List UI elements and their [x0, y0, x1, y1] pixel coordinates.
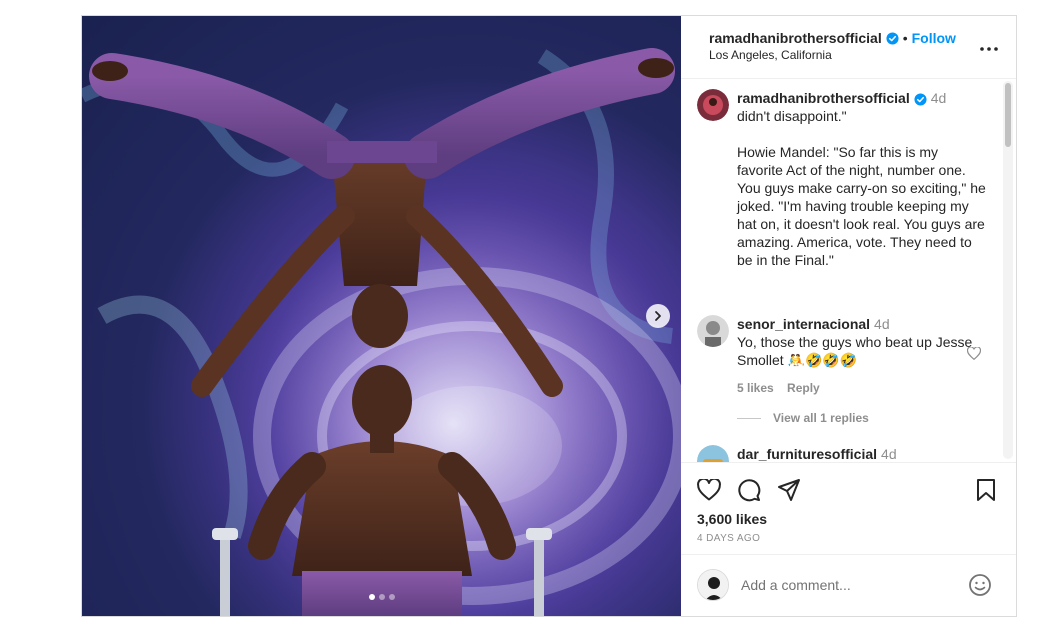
caption-time: 4d	[930, 90, 947, 106]
likes-count[interactable]: 3,600 likes	[697, 511, 767, 527]
author-avatar[interactable]	[697, 89, 729, 121]
carousel-indicator	[82, 594, 681, 600]
add-comment-bar	[681, 554, 1016, 616]
comments-section[interactable]: ramadhanibrothersofficial 4d didn't disap…	[681, 79, 1016, 462]
caption-item: ramadhanibrothersofficial 4d didn't disap…	[697, 89, 987, 269]
emoji-button[interactable]	[968, 573, 992, 602]
comment-item: dar_furnituresofficial 4d	[697, 445, 987, 462]
like-button[interactable]	[697, 477, 721, 506]
comment-likes-count[interactable]: 5 likes	[737, 381, 774, 395]
commenter-avatar[interactable]	[697, 315, 729, 347]
comment-time: 4d	[881, 446, 897, 462]
carousel-dot	[388, 594, 395, 600]
more-options-button[interactable]	[980, 38, 998, 56]
chevron-right-icon	[655, 311, 661, 321]
heart-icon	[697, 477, 721, 501]
post-photo	[82, 16, 681, 616]
view-replies-label: View all 1 replies	[773, 411, 869, 425]
caption-text: didn't disappoint." Howie Mandel: "So fa…	[737, 108, 986, 268]
more-horizontal-icon	[980, 47, 998, 51]
comment-icon	[738, 479, 761, 502]
comment-time: 4d	[874, 316, 890, 332]
replies-divider	[737, 417, 761, 419]
commenter-avatar[interactable]	[697, 445, 729, 462]
send-icon	[778, 479, 800, 501]
post-actions: 3,600 likes 4 DAYS AGO	[681, 462, 1016, 554]
comment-item: senor_internacional 4d Yo, those the guys…	[697, 315, 987, 397]
carousel-dot	[368, 594, 375, 600]
comment-username[interactable]: dar_furnituresofficial	[737, 446, 877, 462]
share-button[interactable]	[777, 478, 801, 507]
emoji-icon	[969, 574, 991, 596]
header-separator: •	[902, 30, 908, 46]
current-user-avatar	[697, 569, 729, 601]
author-username[interactable]: ramadhanibrothersofficial	[709, 30, 882, 46]
comment-button[interactable]	[737, 478, 761, 507]
caption-username[interactable]: ramadhanibrothersofficial	[737, 90, 910, 106]
instagram-post: ramadhanibrothersofficial • Follow Los A…	[81, 15, 1017, 617]
comment-text: Yo, those the guys who beat up Jesse Smo…	[737, 334, 973, 368]
comments-scrollbar[interactable]	[1003, 81, 1013, 459]
post-media[interactable]	[82, 16, 681, 616]
view-replies-button[interactable]: View all 1 replies	[737, 411, 869, 425]
follow-button[interactable]: Follow	[912, 30, 956, 46]
comment-like-button[interactable]	[966, 346, 982, 365]
post-date: 4 DAYS AGO	[697, 533, 761, 544]
comment-username[interactable]: senor_internacional	[737, 316, 870, 332]
verified-badge-icon	[914, 93, 927, 106]
next-photo-button[interactable]	[646, 304, 670, 328]
verified-badge-icon	[886, 31, 899, 45]
comment-input[interactable]	[741, 574, 941, 596]
carousel-dot	[378, 594, 385, 600]
post-side-panel: ramadhanibrothersofficial • Follow Los A…	[681, 16, 1016, 616]
scrollbar-thumb[interactable]	[1005, 83, 1011, 147]
save-button[interactable]	[976, 478, 996, 507]
post-header: ramadhanibrothersofficial • Follow Los A…	[681, 16, 1016, 79]
heart-icon	[966, 346, 982, 361]
post-location[interactable]: Los Angeles, California	[709, 48, 1016, 62]
bookmark-icon	[977, 479, 995, 501]
comment-reply-button[interactable]: Reply	[787, 381, 820, 395]
